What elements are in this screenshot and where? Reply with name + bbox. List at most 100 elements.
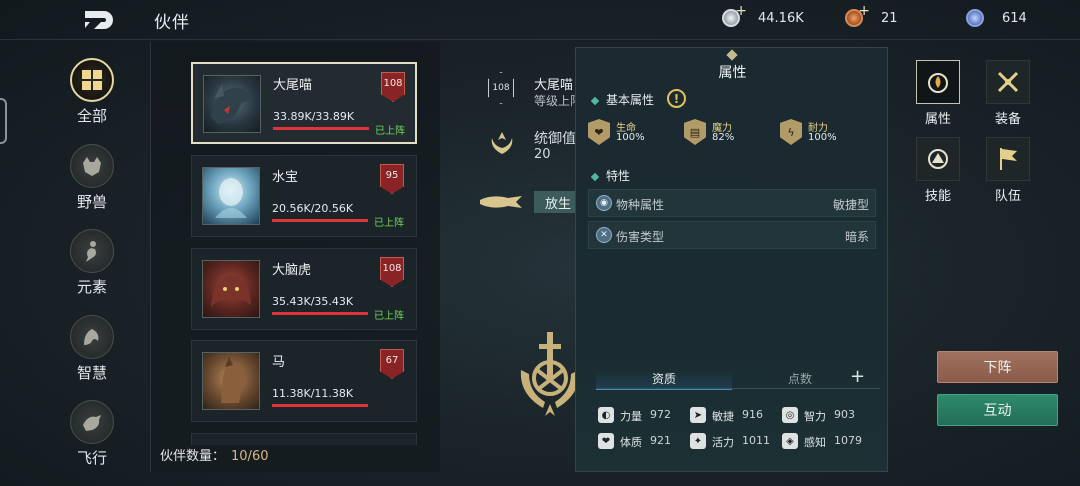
trait-label: 物种属性 (616, 198, 665, 212)
selected-pet-name: 大尾喵 (534, 78, 574, 93)
pet-card[interactable]: 水宝 20.56K/20.56K 已上阵 95 (191, 155, 417, 237)
tool-label: 技能 (924, 189, 951, 204)
tool-label: 队伍 (994, 189, 1021, 204)
tool-skills[interactable]: 技能 (910, 137, 966, 204)
section-basic: 基本属性 (590, 91, 655, 108)
section-traits: 特性 (590, 167, 631, 184)
hp-bar (273, 127, 369, 130)
panel-title: 属性 (718, 65, 747, 81)
stat-stamina: ϟ 耐力 100% (780, 119, 850, 147)
aptitude-name: 活力 (712, 436, 734, 449)
diamond-bullet-icon (590, 96, 600, 105)
currency-silver[interactable]: + 44.16K (722, 4, 804, 27)
pet-hp: 35.43K/35.43K (272, 295, 354, 308)
pet-hp: 33.89K/33.89K (273, 110, 355, 123)
tab-aptitude[interactable]: 资质 (596, 370, 732, 390)
damage-type-icon: ✕ (596, 227, 612, 243)
aptitude-value: 903 (834, 408, 855, 421)
aptitude-name: 敏捷 (712, 410, 734, 423)
dismiss-button[interactable]: 下阵 (937, 351, 1058, 383)
magic-book-icon: ▤ (684, 119, 706, 145)
pet-name: 马 (272, 355, 286, 370)
hp-bar (272, 312, 368, 315)
currency-bronze[interactable]: + 21 (845, 4, 898, 27)
page-title: 伙伴 (154, 13, 190, 33)
currency-crystal[interactable]: 614 (966, 9, 1027, 27)
currency-value: 614 (1002, 10, 1027, 26)
level-badge: 108 (380, 257, 404, 287)
tab-divider (596, 388, 880, 389)
level-icon: 108 (488, 72, 514, 104)
stat-mana: ▤ 魔力 82% (684, 119, 754, 147)
trait-value: 暗系 (844, 230, 869, 244)
pet-hp: 11.38K/11.38K (272, 387, 354, 400)
category-label: 智慧 (76, 364, 107, 382)
exclamation-icon[interactable]: ! (667, 89, 686, 108)
heart-icon: ❤ (588, 119, 610, 145)
edge-drawer-handle[interactable] (0, 98, 7, 144)
level-badge: 95 (380, 164, 404, 194)
add-icon[interactable]: + (735, 4, 747, 18)
command-value-label: 统御值 (534, 131, 576, 147)
attribute-icon (916, 60, 960, 104)
strength-icon: ◐ (598, 407, 614, 423)
pet-name: 大脑虎 (272, 263, 312, 278)
add-points-icon[interactable]: + (850, 366, 865, 387)
category-label: 全部 (76, 107, 107, 125)
pet-count: 伙伴数量： 10/60 (160, 445, 268, 464)
category-wisdom[interactable]: 智慧 (62, 315, 122, 383)
category-beast[interactable]: 野兽 (62, 144, 122, 212)
wisdom-icon (70, 315, 114, 359)
tab-points[interactable]: 点数 (746, 370, 854, 390)
agility-icon: ➤ (690, 407, 706, 423)
aptitude-intellect: ◎ 智力 903 (782, 407, 870, 425)
command-value: 20 (534, 147, 551, 162)
stat-value: 100% (808, 132, 837, 143)
pet-card[interactable]: 马 11.38K/11.38K 67 (191, 340, 417, 422)
beast-icon (70, 144, 114, 188)
pet-count-value: 10/60 (231, 449, 269, 464)
aptitude-name: 体质 (620, 436, 642, 449)
intellect-icon: ◎ (782, 407, 798, 423)
category-element[interactable]: 元素 (62, 229, 122, 297)
back-icon[interactable] (82, 8, 118, 32)
tool-attributes[interactable]: 属性 (910, 60, 966, 127)
crystal-gem-icon (966, 9, 984, 27)
vitality-icon: ✦ (690, 433, 706, 449)
diamond-bullet-icon (590, 172, 600, 181)
interact-button[interactable]: 互动 (937, 394, 1058, 426)
category-label: 野兽 (76, 193, 107, 211)
laurel-crest-icon (488, 130, 516, 156)
hp-bar (272, 404, 368, 407)
tool-label: 装备 (994, 112, 1021, 127)
aptitude-value: 1011 (742, 434, 770, 447)
section-label: 基本属性 (606, 93, 655, 107)
pet-count-label: 伙伴数量： (160, 449, 226, 464)
pet-card[interactable]: 大脑虎 35.43K/35.43K 已上阵 108 (191, 248, 417, 330)
aptitude-value: 921 (650, 434, 671, 447)
currency-value: 21 (881, 10, 898, 26)
stat-life: ❤ 生命 100% (588, 119, 658, 147)
stamina-icon: ϟ (780, 119, 802, 145)
element-icon (70, 229, 114, 273)
aptitude-value: 916 (742, 408, 763, 421)
pet-name: 水宝 (272, 170, 299, 185)
stat-value: 82% (712, 132, 735, 143)
aptitude-value: 1079 (834, 434, 862, 447)
aptitude-constitution: ❤ 体质 921 (598, 433, 686, 451)
category-flying[interactable]: 飞行 (62, 400, 122, 468)
pet-card[interactable]: 大尾喵 33.89K/33.89K 已上阵 108 (191, 62, 417, 144)
pet-card-partial[interactable] (191, 433, 417, 445)
aptitude-strength: ◐ 力量 972 (598, 407, 686, 425)
category-all[interactable]: 全部 (62, 58, 122, 126)
grid-icon (70, 58, 114, 102)
add-icon[interactable]: + (858, 4, 870, 18)
section-label: 特性 (606, 169, 631, 183)
aptitude-agility: ➤ 敏捷 916 (690, 407, 778, 425)
tool-team[interactable]: 队伍 (980, 137, 1036, 204)
tool-equipment[interactable]: 装备 (980, 60, 1036, 127)
category-rail: 全部 野兽 元素 智慧 飞行 (62, 52, 132, 472)
pet-list-panel: 大尾喵 33.89K/33.89K 已上阵 108 水宝 20.56K/20.5… (150, 42, 440, 472)
trait-row: ✕ 伤害类型 暗系 (588, 221, 876, 249)
category-label: 元素 (76, 278, 107, 296)
